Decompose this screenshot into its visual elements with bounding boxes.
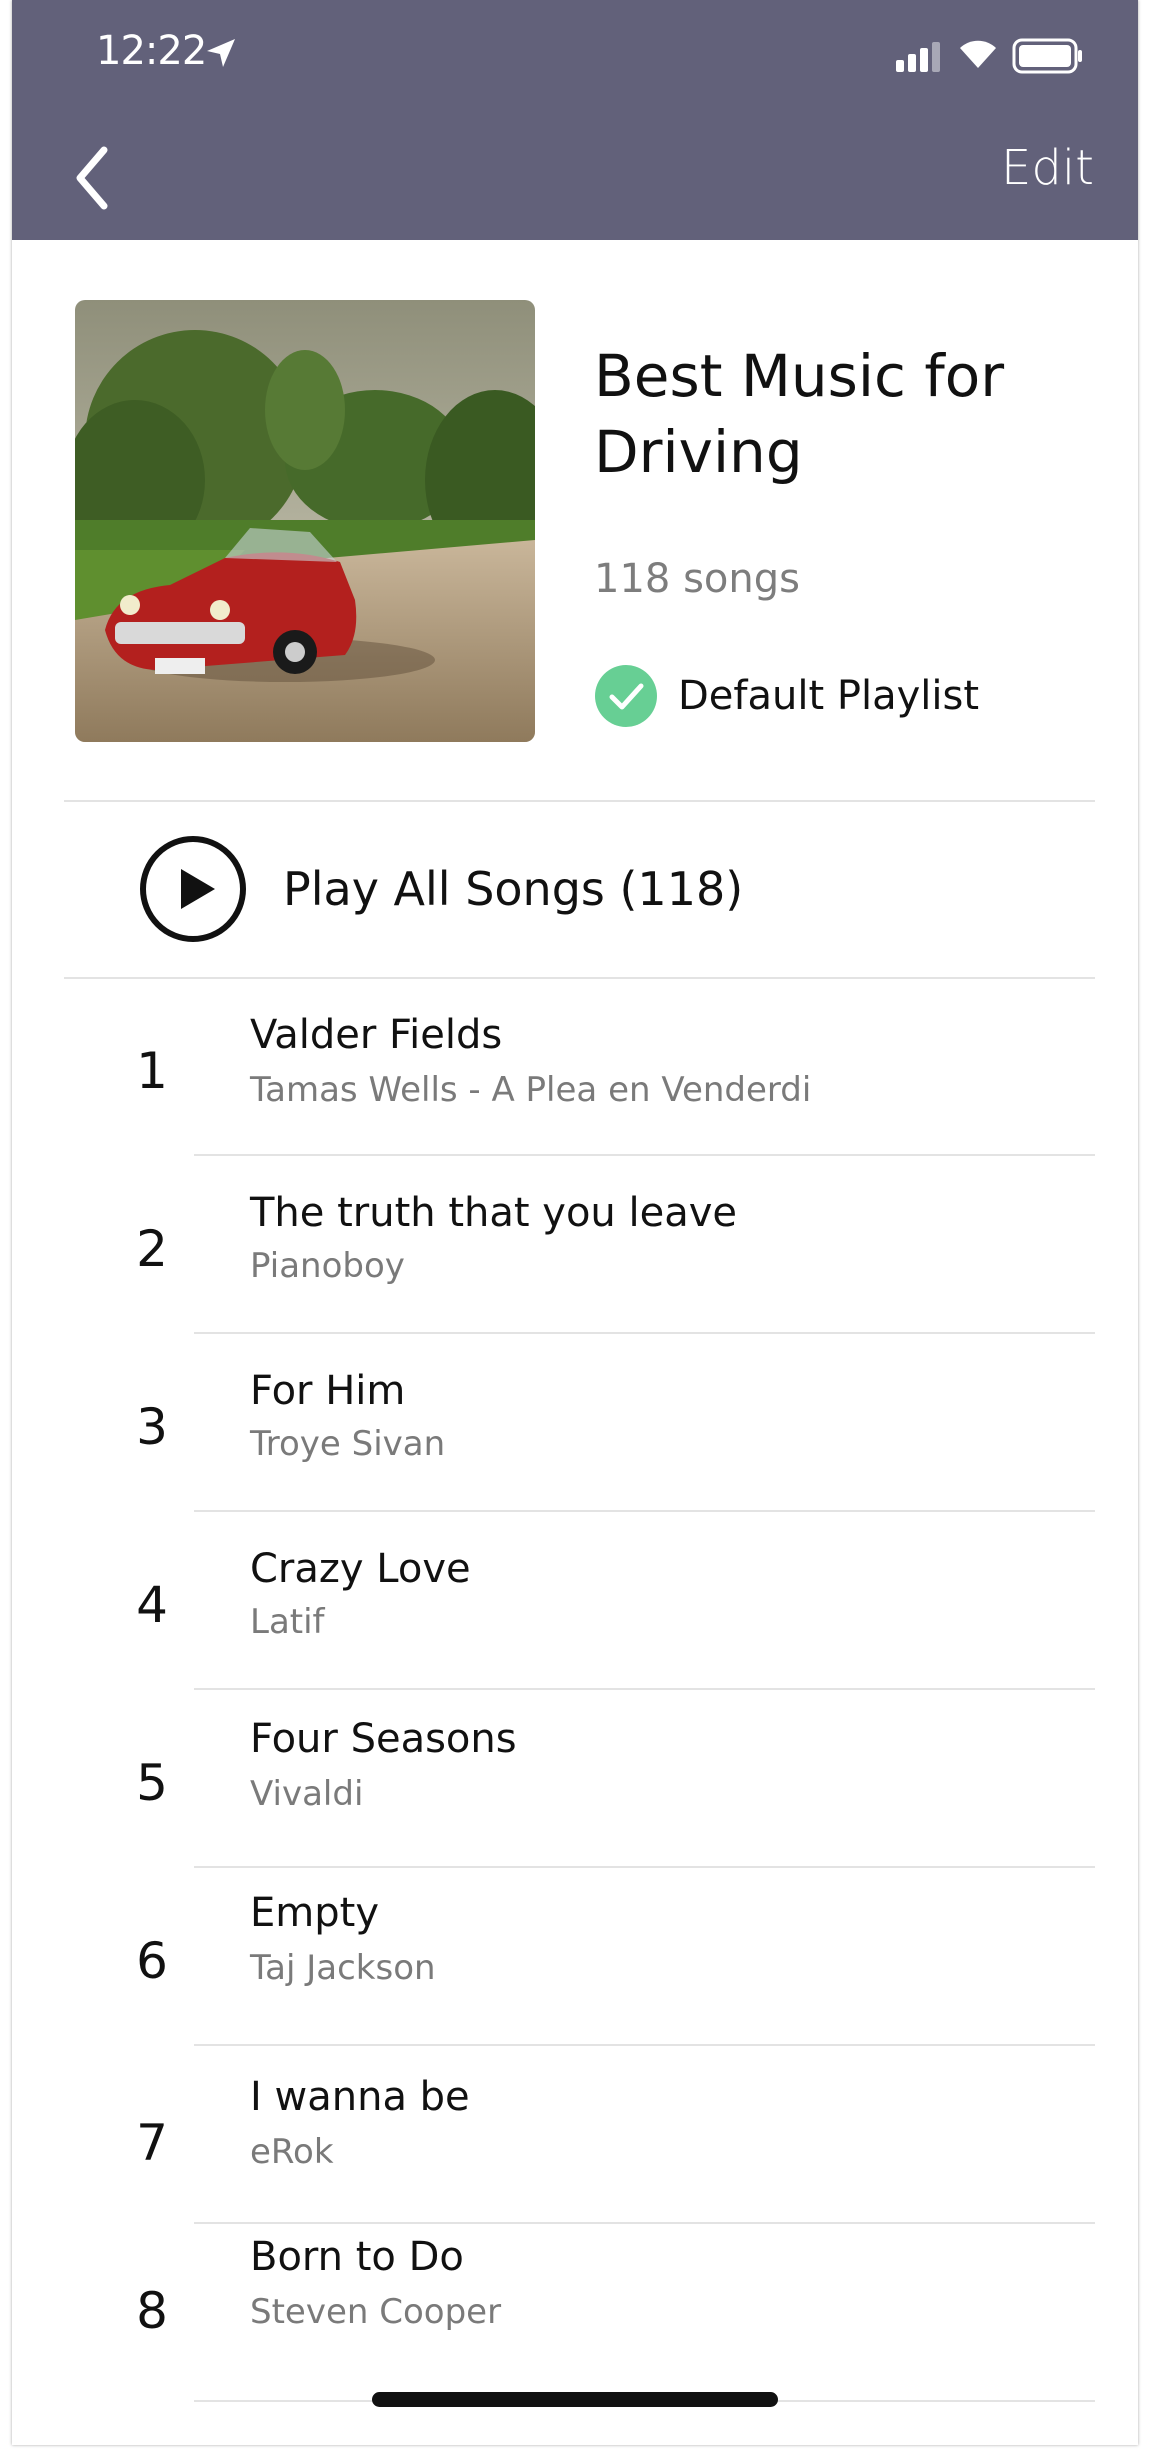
song-artist: eRok — [250, 2132, 334, 2172]
playlist-artwork — [75, 300, 535, 742]
navigation-bar: Edit — [12, 110, 1138, 240]
default-playlist-badge[interactable]: Default Playlist — [594, 664, 979, 728]
chevron-left-icon — [76, 146, 108, 210]
song-row[interactable]: 8 Born to Do Steven Cooper — [12, 2224, 1138, 2402]
default-playlist-label: Default Playlist — [678, 673, 980, 719]
status-bar: 12:22 — [12, 0, 1138, 110]
phone-screen: 12:22 Edit Best Music for Driving 118 so… — [12, 0, 1138, 2445]
song-title: Crazy Love — [250, 1546, 471, 1592]
battery-icon — [1012, 38, 1082, 74]
song-title: Empty — [250, 1890, 379, 1936]
song-artist: Troye Sivan — [250, 1424, 446, 1464]
song-artist: Vivaldi — [250, 1774, 364, 1814]
track-number: 8 — [136, 2282, 168, 2340]
song-row[interactable]: 3 For Him Troye Sivan — [12, 1334, 1138, 1512]
track-number: 2 — [136, 1220, 168, 1278]
song-artist: Steven Cooper — [250, 2292, 502, 2332]
song-row[interactable]: 7 I wanna be eRok — [12, 2046, 1138, 2224]
song-row[interactable]: 6 Empty Taj Jackson — [12, 1868, 1138, 2046]
play-all-label: Play All Songs (118) — [283, 862, 744, 916]
song-count: 118 songs — [594, 556, 800, 602]
song-row[interactable]: 5 Four Seasons Vivaldi — [12, 1690, 1138, 1868]
song-title: Born to Do — [250, 2234, 464, 2280]
track-number: 3 — [136, 1398, 168, 1456]
track-number: 7 — [136, 2114, 168, 2172]
back-button[interactable] — [62, 138, 122, 218]
play-all-button[interactable]: Play All Songs (118) — [64, 800, 1094, 978]
song-row[interactable]: 4 Crazy Love Latif — [12, 1512, 1138, 1690]
song-title: Four Seasons — [250, 1716, 517, 1762]
song-title: Valder Fields — [250, 1012, 503, 1058]
song-title: I wanna be — [250, 2074, 470, 2120]
song-artist: Latif — [250, 1602, 325, 1642]
song-artist: Pianoboy — [250, 1246, 405, 1286]
song-artist: Tamas Wells - A Plea en Venderdi — [250, 1070, 812, 1110]
status-time: 12:22 — [96, 28, 207, 74]
home-indicator[interactable] — [372, 2392, 778, 2407]
track-number: 4 — [136, 1576, 168, 1634]
song-title: For Him — [250, 1368, 406, 1414]
track-number: 5 — [136, 1754, 168, 1812]
wifi-icon — [960, 40, 996, 68]
song-title: The truth that you leave — [250, 1190, 738, 1236]
cellular-signal-icon — [896, 42, 940, 72]
track-number: 6 — [136, 1932, 168, 1990]
track-number: 1 — [136, 1042, 168, 1100]
edit-button[interactable]: Edit — [1001, 140, 1094, 196]
play-icon — [140, 836, 246, 942]
song-row[interactable]: 2 The truth that you leave Pianoboy — [12, 1156, 1138, 1334]
song-artist: Taj Jackson — [250, 1948, 436, 1988]
song-row[interactable]: 1 Valder Fields Tamas Wells - A Plea en … — [12, 978, 1138, 1156]
location-arrow-icon — [207, 39, 235, 67]
playlist-title: Best Music for Driving — [594, 342, 1005, 486]
checkmark-circle-icon — [595, 665, 657, 727]
